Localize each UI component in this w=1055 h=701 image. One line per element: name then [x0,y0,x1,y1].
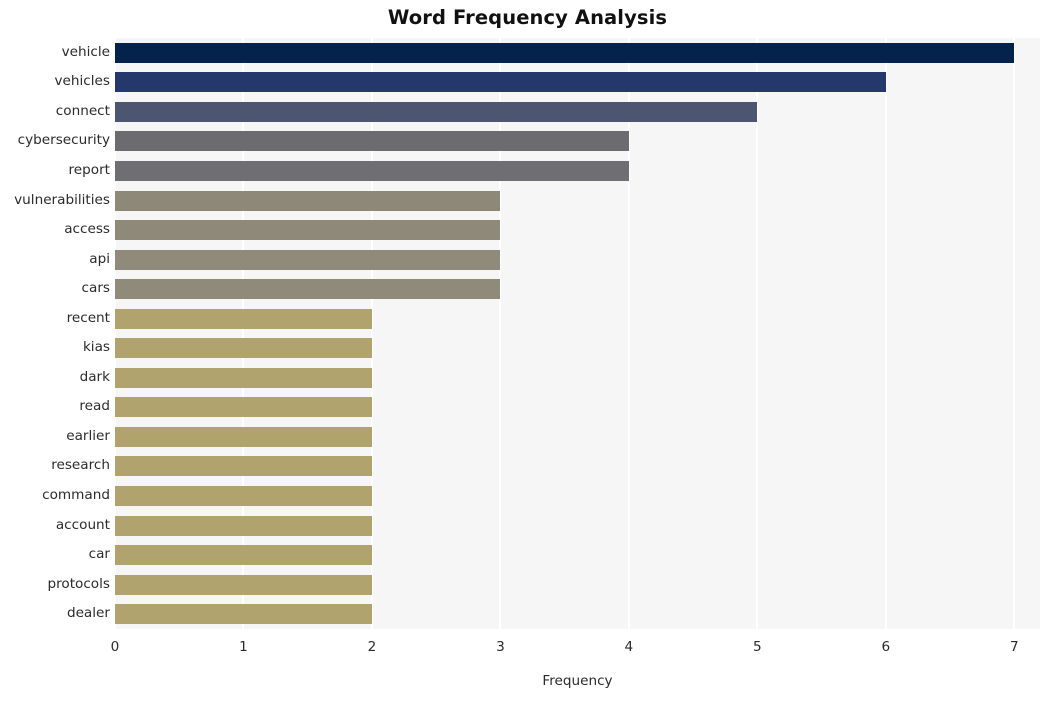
bar-connect[interactable] [115,101,758,122]
bar-row [115,101,1040,122]
bar-row [115,545,1040,566]
bars-container [115,38,1040,629]
bar-report[interactable] [115,160,629,181]
bar-row [115,131,1040,152]
bar-row [115,338,1040,359]
y-tick-label-api: api [89,250,110,267]
bar-row [115,279,1040,300]
y-tick-label-vehicles: vehicles [54,73,111,90]
x-tick-label-6: 6 [881,639,891,655]
chart-title: Word Frequency Analysis [387,6,668,29]
plot-area [114,38,1040,629]
bar-row [115,426,1040,447]
x-tick-label-3: 3 [496,639,505,655]
bar-row [115,249,1040,270]
y-tick-label-dark: dark [79,368,110,385]
bar-research[interactable] [115,456,372,477]
bar-car[interactable] [115,545,372,566]
y-tick-label-command: command [42,487,110,504]
x-axis-label: Frequency [542,673,613,689]
bar-row [115,42,1040,63]
bar-row [115,486,1040,507]
bar-row [115,160,1040,181]
y-tick-label-connect: connect [55,102,110,119]
x-axis-tick-labels: 0 1 2 3 4 5 6 7 [0,629,1055,669]
x-tick-label-1: 1 [239,639,248,655]
bar-access[interactable] [115,220,501,241]
bar-dealer[interactable] [115,604,372,625]
bar-command[interactable] [115,486,372,507]
y-tick-label-dealer: dealer [66,605,110,622]
bar-row [115,72,1040,93]
x-tick-label-0: 0 [110,639,120,655]
y-axis-tick-labels: vehicle vehicles connect cybersecurity repor… [0,38,110,629]
bar-vehicles[interactable] [115,72,886,93]
y-tick-label-kias: kias [82,339,110,356]
bar-cybersecurity[interactable] [115,131,629,152]
y-tick-label-research: research [51,457,110,474]
bar-row [115,515,1040,536]
y-tick-label-vulnerabilities: vulnerabilities [14,191,110,208]
y-tick-label-vehicle: vehicle [61,43,110,60]
bar-vehicle[interactable] [115,42,1015,63]
bar-recent[interactable] [115,308,372,329]
y-tick-label-cybersecurity: cybersecurity [17,132,110,149]
word-frequency-chart: Word Frequency Analysis vehicle vehicles c… [0,0,1055,701]
bar-read[interactable] [115,397,372,418]
bar-earlier[interactable] [115,426,372,447]
y-tick-label-recent: recent [66,309,110,326]
x-tick-label-7: 7 [1009,639,1019,655]
bar-row [115,604,1040,625]
bar-row [115,367,1040,388]
bar-row [115,220,1040,241]
bar-api[interactable] [115,249,501,270]
x-tick-label-4: 4 [624,639,634,655]
bar-row [115,397,1040,418]
x-tick-label-5: 5 [753,639,762,655]
bar-dark[interactable] [115,367,372,388]
y-tick-label-account: account [55,516,110,533]
y-tick-label-car: car [88,546,110,563]
bar-protocols[interactable] [115,574,372,595]
y-tick-label-read: read [79,398,110,415]
y-tick-label-access: access [64,221,110,238]
bar-kias[interactable] [115,338,372,359]
bar-row [115,574,1040,595]
bar-row [115,190,1040,211]
y-tick-label-earlier: earlier [66,427,110,444]
bar-vulnerabilities[interactable] [115,190,501,211]
bar-row [115,308,1040,329]
bar-cars[interactable] [115,279,501,300]
x-tick-label-2: 2 [367,639,377,655]
y-tick-label-protocols: protocols [47,575,110,592]
bar-account[interactable] [115,515,372,536]
y-tick-label-report: report [68,161,110,178]
y-tick-label-cars: cars [81,280,110,297]
bar-row [115,456,1040,477]
